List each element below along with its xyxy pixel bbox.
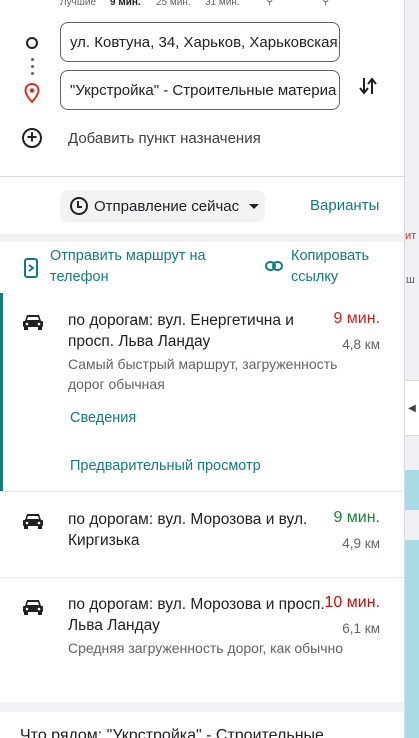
chevron-down-icon [249,203,260,209]
route-distance: 4,8 км [342,337,380,352]
route-details-link[interactable]: Сведения [70,410,136,426]
departure-label: Отправление сейчас [94,197,240,215]
map-label: ит [405,230,417,242]
section-divider [0,702,404,712]
share-row: Отправить маршрут на телефон Копировать … [0,245,404,293]
destination-input[interactable]: "Укрстройка" - Строительные материа [60,70,340,110]
route-title: по дорогам: вул. Морозова и вул. Киргизь… [68,511,308,549]
options-button[interactable]: Варианты [310,197,379,214]
divider [0,176,404,177]
destination-pin-icon [24,83,40,103]
departure-dropdown[interactable]: Отправление сейчас [60,190,265,222]
route-preview-link[interactable]: Предварительный просмотр [70,458,261,474]
map-label: ш [406,274,415,286]
link-icon [265,261,283,271]
route-description: Средняя загруженность дорог, как обычно [68,640,344,656]
route-duration: 10 мин. [324,594,380,611]
clock-icon [70,197,88,215]
directions-panel: Лучшие 9 мин. 25 мин. 31 мин. ⚲ ⚲ ул. Ко… [0,0,404,738]
route-option[interactable]: по дорогам: вул. Морозова и просп. Льва … [0,578,404,702]
route-option[interactable]: по дорогам: вул. Енергетична и просп. Ль… [0,293,404,491]
mode-walk[interactable]: 31 мин. [205,0,240,8]
mode-car[interactable]: 9 мин. [110,0,141,8]
route-distance: 4,9 км [342,536,380,551]
add-destination-label: Добавить пункт назначения [68,130,261,147]
route-title: по дорогам: вул. Морозова и просп. Льва … [68,596,325,634]
mode-best[interactable]: Лучшие [60,0,96,8]
section-divider [0,234,404,242]
send-to-phone-icon [24,258,38,278]
route-duration: 9 мин. [333,509,380,526]
route-duration: 9 мин. [333,310,380,327]
map-water [404,540,419,738]
origin-icon [26,37,38,49]
route-option[interactable]: по дорогам: вул. Морозова и вул. Киргизь… [0,492,404,577]
add-circle-icon: + [22,128,42,148]
route-title: по дорогам: вул. Енергетична и просп. Ль… [68,312,294,350]
route-distance: 6,1 км [342,621,380,636]
travel-modes: Лучшие 9 мин. 25 мин. 31 мин. ⚲ ⚲ [0,0,404,10]
car-icon [23,514,43,529]
add-destination-row[interactable]: + Добавить пункт назначения [0,126,404,152]
copy-link[interactable]: Копировать ссылку [291,246,391,288]
map-area[interactable] [404,0,419,738]
car-icon [23,315,43,330]
swap-icon[interactable] [356,74,380,98]
origin-input[interactable]: ул. Ковтуна, 34, Харьков, Харьковская о [60,22,340,62]
car-icon [23,600,43,615]
mode-transit[interactable]: 25 мин. [156,0,191,8]
connector-dots-icon [31,58,34,79]
send-to-phone-link[interactable]: Отправить маршрут на телефон [50,246,230,288]
route-description: Самый быстрый маршрут, загруженность дор… [68,356,338,392]
collapse-panel-button[interactable]: ◀ [404,380,419,436]
bike-icon[interactable]: ⚲ [266,0,273,7]
nearby-heading: Что рядом: "Укрстройка" - Строительные [20,727,324,738]
flight-icon[interactable]: ⚲ [322,0,329,7]
map-water [404,470,419,510]
chevron-left-icon: ◀ [408,402,416,414]
map-divider [404,0,405,738]
